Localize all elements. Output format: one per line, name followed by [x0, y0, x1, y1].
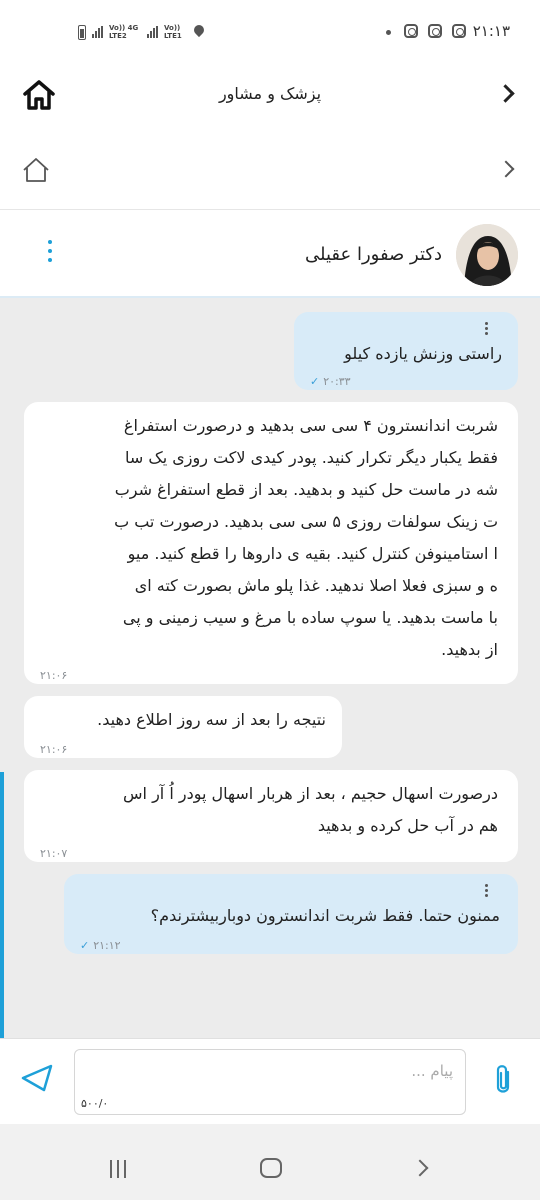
doctor-name: دکتر صفورا عقیلی — [304, 244, 442, 265]
system-navigation-bar — [0, 1124, 540, 1200]
message-bubble-incoming[interactable]: درصورت اسهال حجیم ، بعد از هربار اسهال پ… — [24, 770, 518, 862]
battery-icon — [78, 24, 86, 40]
page-title: پزشک و مشاور — [218, 84, 322, 103]
read-check-icon: ✓ — [310, 375, 320, 388]
system-back-icon[interactable] — [411, 1159, 429, 1177]
signal-icon — [147, 26, 158, 38]
message-menu-icon[interactable] — [485, 322, 488, 335]
instagram-icon — [428, 24, 442, 38]
app-header: پزشک و مشاور — [0, 64, 540, 128]
notification-dot-icon — [386, 30, 391, 35]
location-icon — [191, 22, 207, 38]
message-time: ۲۱:۰۷ — [40, 847, 68, 860]
recent-apps-icon[interactable] — [110, 1160, 126, 1178]
message-bubble-incoming[interactable]: شربت اندانسترون ۴ سی سی بدهید و درصورت ا… — [24, 402, 518, 684]
character-counter: ۵۰۰/۰ — [81, 1097, 109, 1110]
message-menu-icon[interactable] — [485, 884, 488, 897]
message-time: ۲۱:۰۶ — [40, 669, 68, 682]
signal-icon — [92, 26, 103, 38]
read-check-icon: ✓ — [80, 939, 90, 952]
send-icon[interactable] — [20, 1063, 54, 1093]
system-home-icon[interactable] — [260, 1158, 282, 1178]
status-left-icons: Vo)) 4G LTE2 Vo)) LTE1 — [78, 22, 207, 40]
message-bubble-outgoing[interactable]: راستی وزنش یازده کیلو ✓ ۲۰:۳۳ — [294, 312, 518, 390]
more-options-icon[interactable] — [48, 240, 52, 262]
message-text: شربت اندانسترون ۴ سی سی بدهید و درصورت ا… — [114, 416, 498, 659]
status-bar: Vo)) 4G LTE2 Vo)) LTE1 ۲۱:۱۳ — [0, 0, 540, 64]
scroll-indicator — [0, 772, 4, 1038]
status-clock: ۲۱:۱۳ — [472, 22, 510, 40]
message-text: درصورت اسهال حجیم ، بعد از هربار اسهال پ… — [123, 784, 498, 835]
message-bubble-outgoing[interactable]: ممنون حتما. فقط شربت اندانسترون دوباربیش… — [64, 874, 518, 954]
network-label-2: Vo)) LTE1 — [164, 24, 182, 40]
message-input-box: ۵۰۰/۰ — [74, 1049, 466, 1115]
message-text: نتیجه را بعد از سه روز اطلاع دهید. — [97, 710, 326, 729]
secondary-nav-bar — [0, 132, 540, 210]
network-label-1: Vo)) 4G LTE2 — [109, 24, 139, 40]
instagram-icon — [404, 24, 418, 38]
home-outline-icon[interactable] — [22, 156, 50, 184]
forward-chevron-icon[interactable] — [497, 160, 515, 178]
doctor-header: دکتر صفورا عقیلی — [0, 212, 540, 298]
doctor-avatar[interactable] — [456, 224, 518, 286]
message-time: ✓ ۲۱:۱۲ — [80, 939, 121, 952]
message-bubble-incoming[interactable]: نتیجه را بعد از سه روز اطلاع دهید. ۲۱:۰۶ — [24, 696, 342, 758]
attachment-icon[interactable] — [492, 1063, 514, 1097]
instagram-icon — [452, 24, 466, 38]
message-time: ۲۱:۰۶ — [40, 743, 68, 756]
message-text: ممنون حتما. فقط شربت اندانسترون دوباربیش… — [150, 906, 500, 925]
message-input[interactable] — [93, 1062, 453, 1080]
message-time: ✓ ۲۰:۳۳ — [310, 375, 351, 388]
chat-panel: دکتر صفورا عقیلی راستی وزنش یازده کیلو ✓… — [0, 212, 540, 1038]
message-composer: ۵۰۰/۰ — [0, 1038, 540, 1124]
